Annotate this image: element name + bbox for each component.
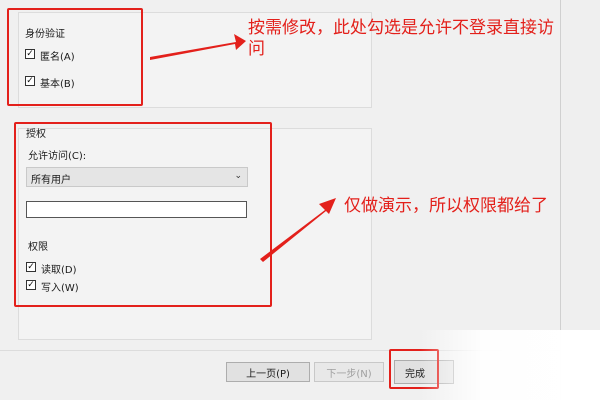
annotation-note-middle: 仅做演示，所以权限都给了	[344, 196, 548, 216]
watermark-fade	[420, 330, 600, 400]
annotation-note-top: 按需修改，此处勾选是允许不登录直接访问	[248, 18, 554, 59]
arrow-icon	[150, 34, 246, 60]
arrow-icon	[260, 198, 336, 262]
